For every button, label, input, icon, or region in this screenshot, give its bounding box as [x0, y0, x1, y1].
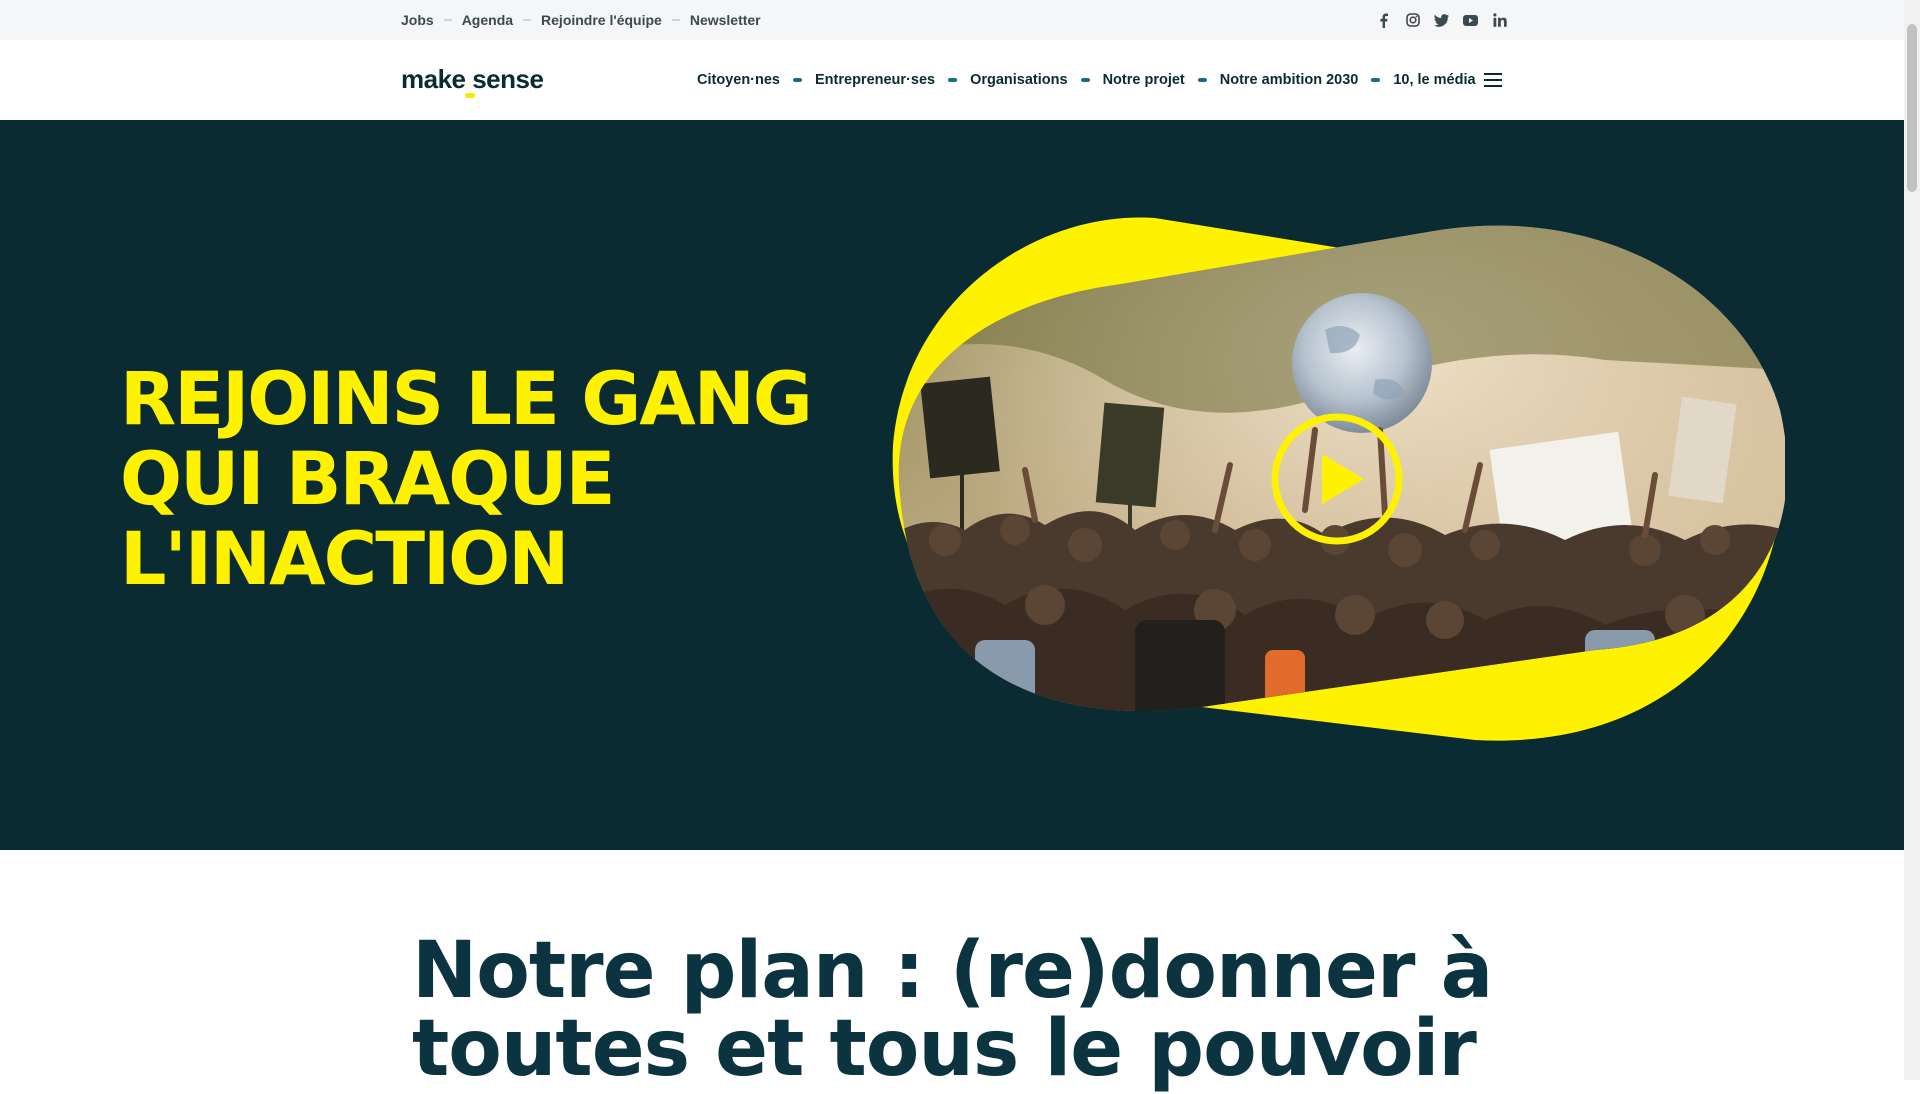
nav-separator: [1197, 78, 1207, 82]
hero-title-line: L'INACTION: [120, 517, 569, 602]
separator: [671, 19, 680, 21]
make-sense-logo[interactable]: make sense: [401, 64, 544, 98]
nav-separator: [948, 78, 958, 82]
hero-bottom-edge: [0, 830, 1904, 848]
nav-separator: [793, 78, 802, 82]
utility-links: Jobs Agenda Rejoindre l'équipe Newslette…: [401, 0, 761, 40]
twitter-icon[interactable]: [1434, 13, 1449, 28]
hamburger-menu-icon[interactable]: [1484, 73, 1502, 87]
hero-title-line: QUI BRAQUE: [120, 437, 615, 522]
section-title: Notre plan : (re)donner à toutes et tous…: [412, 926, 1493, 1094]
facebook-icon[interactable]: [1376, 13, 1391, 28]
scrollbar-thumb[interactable]: [1907, 24, 1917, 192]
nav-ambition-2030[interactable]: Notre ambition 2030: [1220, 72, 1359, 88]
nav-separator: [1371, 78, 1381, 82]
social-links: [1376, 0, 1507, 40]
logo-accent: [465, 93, 475, 98]
play-icon[interactable]: [1270, 412, 1404, 546]
separator: [443, 19, 452, 21]
linkedin-icon[interactable]: [1492, 13, 1507, 28]
nav-organisations[interactable]: Organisations: [970, 72, 1068, 88]
join-team-link[interactable]: Rejoindre l'équipe: [541, 12, 662, 28]
instagram-icon[interactable]: [1405, 13, 1420, 28]
nav-notre-projet[interactable]: Notre projet: [1103, 72, 1185, 88]
logo-text: make sense: [401, 64, 544, 94]
youtube-icon[interactable]: [1463, 13, 1478, 28]
nav-separator: [1080, 78, 1090, 82]
nav-le-media[interactable]: 10, le média: [1393, 72, 1475, 88]
hero-title: REJOINS LE GANG QUI BRAQUE L'INACTION: [120, 360, 840, 600]
main-nav: Citoyen·nes Entrepreneur·ses Organisatio…: [697, 40, 1476, 120]
nav-citoyennes[interactable]: Citoyen·nes: [697, 72, 780, 88]
hero-title-line: REJOINS LE GANG: [120, 357, 813, 442]
agenda-link[interactable]: Agenda: [462, 12, 513, 28]
utility-bar: Jobs Agenda Rejoindre l'équipe Newslette…: [0, 0, 1904, 40]
jobs-link[interactable]: Jobs: [401, 12, 434, 28]
newsletter-link[interactable]: Newsletter: [690, 12, 761, 28]
separator: [523, 19, 532, 21]
nav-entrepreneurses[interactable]: Entrepreneur·ses: [815, 72, 935, 88]
